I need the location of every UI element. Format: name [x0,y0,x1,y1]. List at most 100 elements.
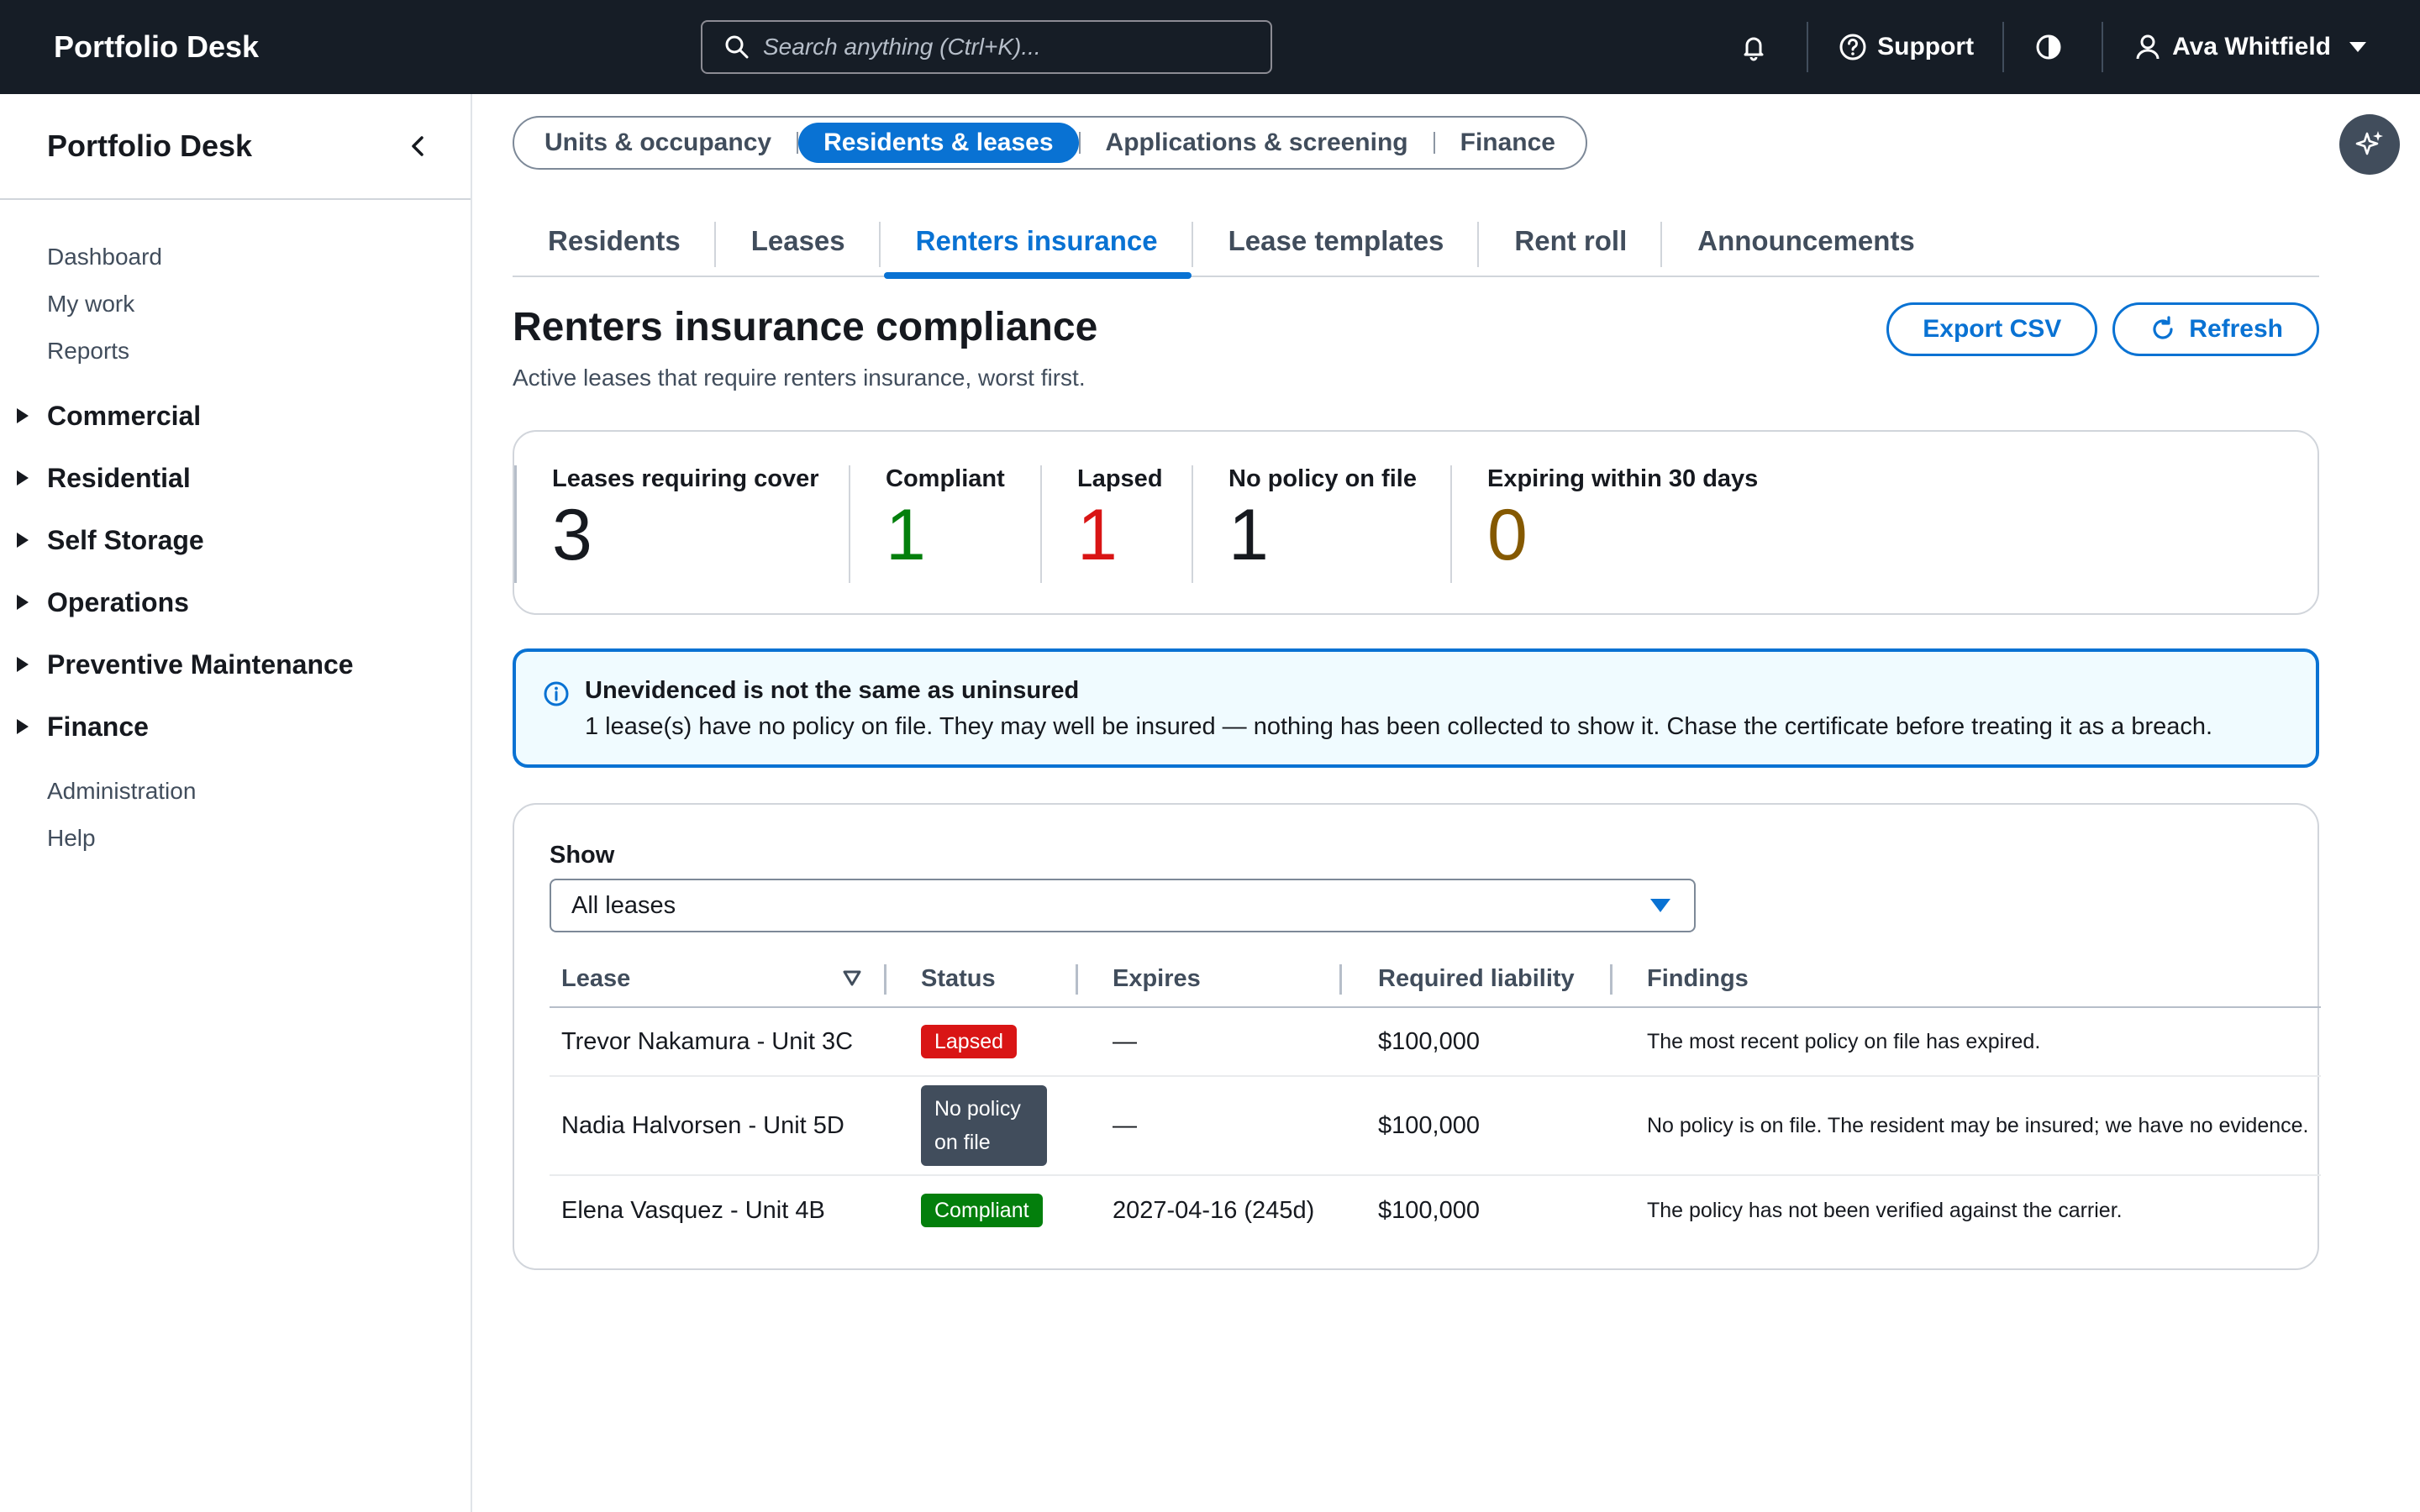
cell-findings: The policy has not been verified against… [1647,1198,2123,1222]
column-header-required-liability[interactable]: Required liability [1378,951,1575,1006]
segment-units-occupancy[interactable]: Units & occupancy [519,123,797,163]
sidebar-item-administration[interactable]: Administration [0,768,471,815]
expand-caret-icon [17,595,29,610]
cell-lease: Nadia Halvorsen - Unit 5D [561,1111,844,1139]
cell-expires: — [1113,1111,1137,1139]
export-csv-button[interactable]: Export CSV [1886,302,2098,356]
kpi-value: 1 [1228,495,1269,575]
tab-rent-roll[interactable]: Rent roll [1479,205,1663,277]
kpi-leases-requiring-cover: Leases requiring cover 3 [514,465,849,583]
sidebar-item-dashboard[interactable]: Dashboard [0,234,471,281]
column-header-status[interactable]: Status [921,951,996,1006]
kpi-value: 1 [1077,495,1118,575]
sidebar-item-help[interactable]: Help [0,815,471,862]
sidebar-section-operations[interactable]: Operations [0,571,471,633]
segment-finance[interactable]: Finance [1435,123,1581,163]
cell-status: No policy on file [921,1077,1047,1174]
assistant-button[interactable] [2339,114,2400,175]
alert-body: 1 lease(s) have no policy on file. They … [585,713,2213,740]
tab-announcements[interactable]: Announcements [1662,205,1950,277]
table-row[interactable]: Elena Vasquez - Unit 4B Compliant 2027-0… [550,1176,2321,1245]
sidebar-section-label: Preventive Maintenance [47,648,354,680]
global-search-input[interactable]: Search anything (Ctrl+K)... [701,20,1272,74]
user-icon [2136,34,2160,60]
tab-leases[interactable]: Leases [716,205,881,277]
expand-caret-icon [17,657,29,672]
table-row[interactable]: Nadia Halvorsen - Unit 5D No policy on f… [550,1077,2321,1176]
cell-lease: Elena Vasquez - Unit 4B [561,1196,825,1224]
tab-residents[interactable]: Residents [513,205,716,277]
cell-findings: The most recent policy on file has expir… [1647,1029,2041,1053]
cell-lease: Trevor Nakamura - Unit 3C [561,1027,854,1055]
tab-renters-insurance[interactable]: Renters insurance [881,205,1193,279]
expand-caret-icon [17,470,29,486]
expand-caret-icon [17,533,29,548]
cell-liability: $100,000 [1378,1111,1480,1139]
tab-lease-templates[interactable]: Lease templates [1193,205,1480,277]
info-alert: Unevidenced is not the same as uninsured… [513,648,2319,768]
cell-status: Lapsed [921,1008,1018,1075]
segment-residents-leases[interactable]: Residents & leases [798,123,1079,163]
bell-icon [1744,37,1764,61]
table-row[interactable]: Trevor Nakamura - Unit 3C Lapsed — $100,… [550,1008,2321,1077]
sort-descending-icon[interactable] [842,969,862,988]
sparkle-icon [2355,131,2383,155]
sidebar-section-label: Finance [47,711,149,742]
expand-caret-icon [17,408,29,423]
refresh-icon [2153,316,2173,339]
kpi-summary-card: Leases requiring cover 3 Compliant 1 Lap… [513,430,2319,615]
help-circle-icon [1839,34,1866,60]
column-header-findings[interactable]: Findings [1647,951,1749,1006]
sidebar-section-self-storage[interactable]: Self Storage [0,509,471,571]
notifications-button[interactable] [1709,0,1809,94]
info-icon [544,681,569,706]
section-segmented-control: Units & occupancy Residents & leases App… [513,116,1587,170]
kpi-lapsed: Lapsed 1 [1040,465,1192,583]
page-title: Renters insurance compliance [513,305,1098,349]
contrast-icon [2036,34,2061,60]
user-name: Ava Whitfield [2172,33,2331,60]
user-menu-button[interactable]: Ava Whitfield [2103,0,2420,94]
sidebar-section-preventive-maintenance[interactable]: Preventive Maintenance [0,633,471,696]
table-header: Lease Status Expires Required liability … [550,951,2321,1008]
cell-liability: $100,000 [1378,1027,1480,1055]
kpi-value: 3 [552,495,592,575]
kpi-compliant: Compliant 1 [849,465,1040,583]
filter-label: Show [550,842,615,869]
theme-toggle-button[interactable] [2004,0,2104,94]
support-label: Support [1877,33,1975,60]
kpi-label: Leases requiring cover [552,465,819,492]
leases-table-card: Show All leases Lease Status Expires Req… [513,803,2321,1270]
sidebar-item-reports[interactable]: Reports [0,328,471,375]
segment-applications-screening[interactable]: Applications & screening [1081,123,1434,163]
kpi-value: 0 [1487,495,1528,575]
select-value: All leases [571,891,676,919]
column-header-expires[interactable]: Expires [1113,951,1201,1006]
collapse-sidebar-icon[interactable] [407,133,430,160]
sidebar-section-label: Self Storage [47,524,204,555]
sidebar-section-label: Residential [47,462,191,493]
support-button[interactable]: Support [1808,0,2005,94]
sub-tabs: Residents Leases Renters insurance Lease… [513,205,2319,279]
kpi-value: 1 [886,495,926,575]
kpi-label: Compliant [886,465,1005,492]
cell-status: Compliant [921,1176,1043,1245]
expand-caret-icon [17,719,29,734]
column-header-lease[interactable]: Lease [561,951,630,1006]
refresh-button[interactable]: Refresh [2112,302,2319,356]
sidebar-title[interactable]: Portfolio Desk [47,129,252,164]
caret-down-icon [1650,899,1670,912]
cell-findings: No policy is on file. The resident may b… [1647,1113,2309,1137]
top-bar: Portfolio Desk Search anything (Ctrl+K).… [0,0,2420,94]
kpi-label: Expiring within 30 days [1487,465,1759,492]
sidebar-section-label: Operations [47,586,189,617]
app-title[interactable]: Portfolio Desk [54,0,259,94]
sidebar-section-finance[interactable]: Finance [0,696,471,758]
search-placeholder: Search anything (Ctrl+K)... [763,34,1041,60]
show-filter-select[interactable]: All leases [550,879,1696,932]
sidebar-section-residential[interactable]: Residential [0,447,471,509]
status-badge: Lapsed [921,1025,1018,1058]
sidebar-section-commercial[interactable]: Commercial [0,385,471,447]
cell-expires: — [1113,1027,1137,1055]
sidebar-item-my-work[interactable]: My work [0,281,471,328]
